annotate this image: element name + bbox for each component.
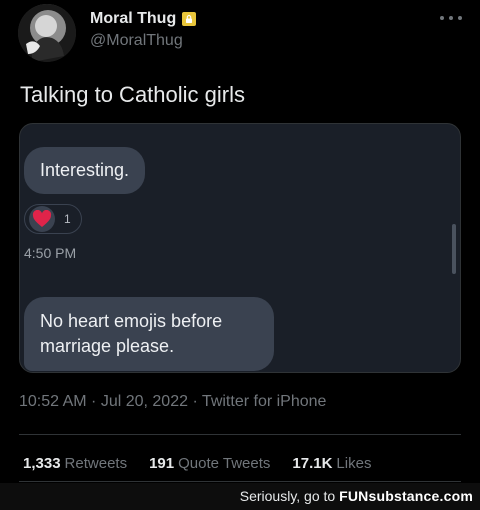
message-text: Interesting. (40, 160, 130, 180)
user-handle[interactable]: @MoralThug (90, 32, 183, 50)
tweet-text: Talking to Catholic girls (20, 82, 245, 107)
display-name[interactable]: Moral Thug (90, 10, 176, 28)
stat-label: Quote Tweets (178, 455, 271, 472)
reaction-count: 1 (64, 212, 71, 226)
stat-label: Retweets (64, 455, 128, 472)
likes-stat[interactable]: 17.1K Likes (292, 455, 371, 472)
avatar[interactable] (18, 4, 76, 62)
tweet-timestamp[interactable]: 10:52 AM · Jul 20, 2022 · Twitter for iP… (19, 393, 326, 411)
stat-count: 17.1K (292, 455, 333, 472)
watermark-brand: FUNsubstance.com (339, 488, 473, 504)
stat-label: Likes (336, 455, 372, 472)
stat-count: 1,333 (23, 455, 61, 472)
quote-tweets-stat[interactable]: 191 Quote Tweets (149, 455, 270, 472)
message-bubble-received: Interesting. (24, 147, 146, 194)
watermark: Seriously, go to FUNsubstance.com (240, 488, 473, 504)
reaction-badge: 1 (24, 204, 82, 234)
lock-badge-icon (182, 12, 197, 26)
avatar-image (18, 4, 76, 62)
stat-count: 191 (149, 455, 175, 472)
divider (19, 434, 461, 435)
message-bubble-received: No heart emojis before marriage please. (24, 297, 274, 371)
divider (19, 481, 461, 482)
scrollbar (452, 224, 456, 274)
engagement-stats: 1,333 Retweets 191 Quote Tweets 17.1K Likes (23, 455, 393, 472)
retweets-stat[interactable]: 1,333 Retweets (23, 455, 127, 472)
tweet-header: Moral Thug @MoralThug (18, 4, 462, 64)
message-timestamp: 4:50 PM (24, 245, 77, 261)
name-row: Moral Thug (90, 10, 197, 28)
heart-icon (29, 206, 55, 232)
attached-screenshot[interactable]: Interesting. 1 4:50 PM No heart emojis b… (19, 123, 461, 373)
more-options-icon[interactable] (440, 8, 462, 28)
message-text: No heart emojis before marriage please. (40, 311, 223, 356)
watermark-text: Seriously, go to (239, 488, 336, 504)
